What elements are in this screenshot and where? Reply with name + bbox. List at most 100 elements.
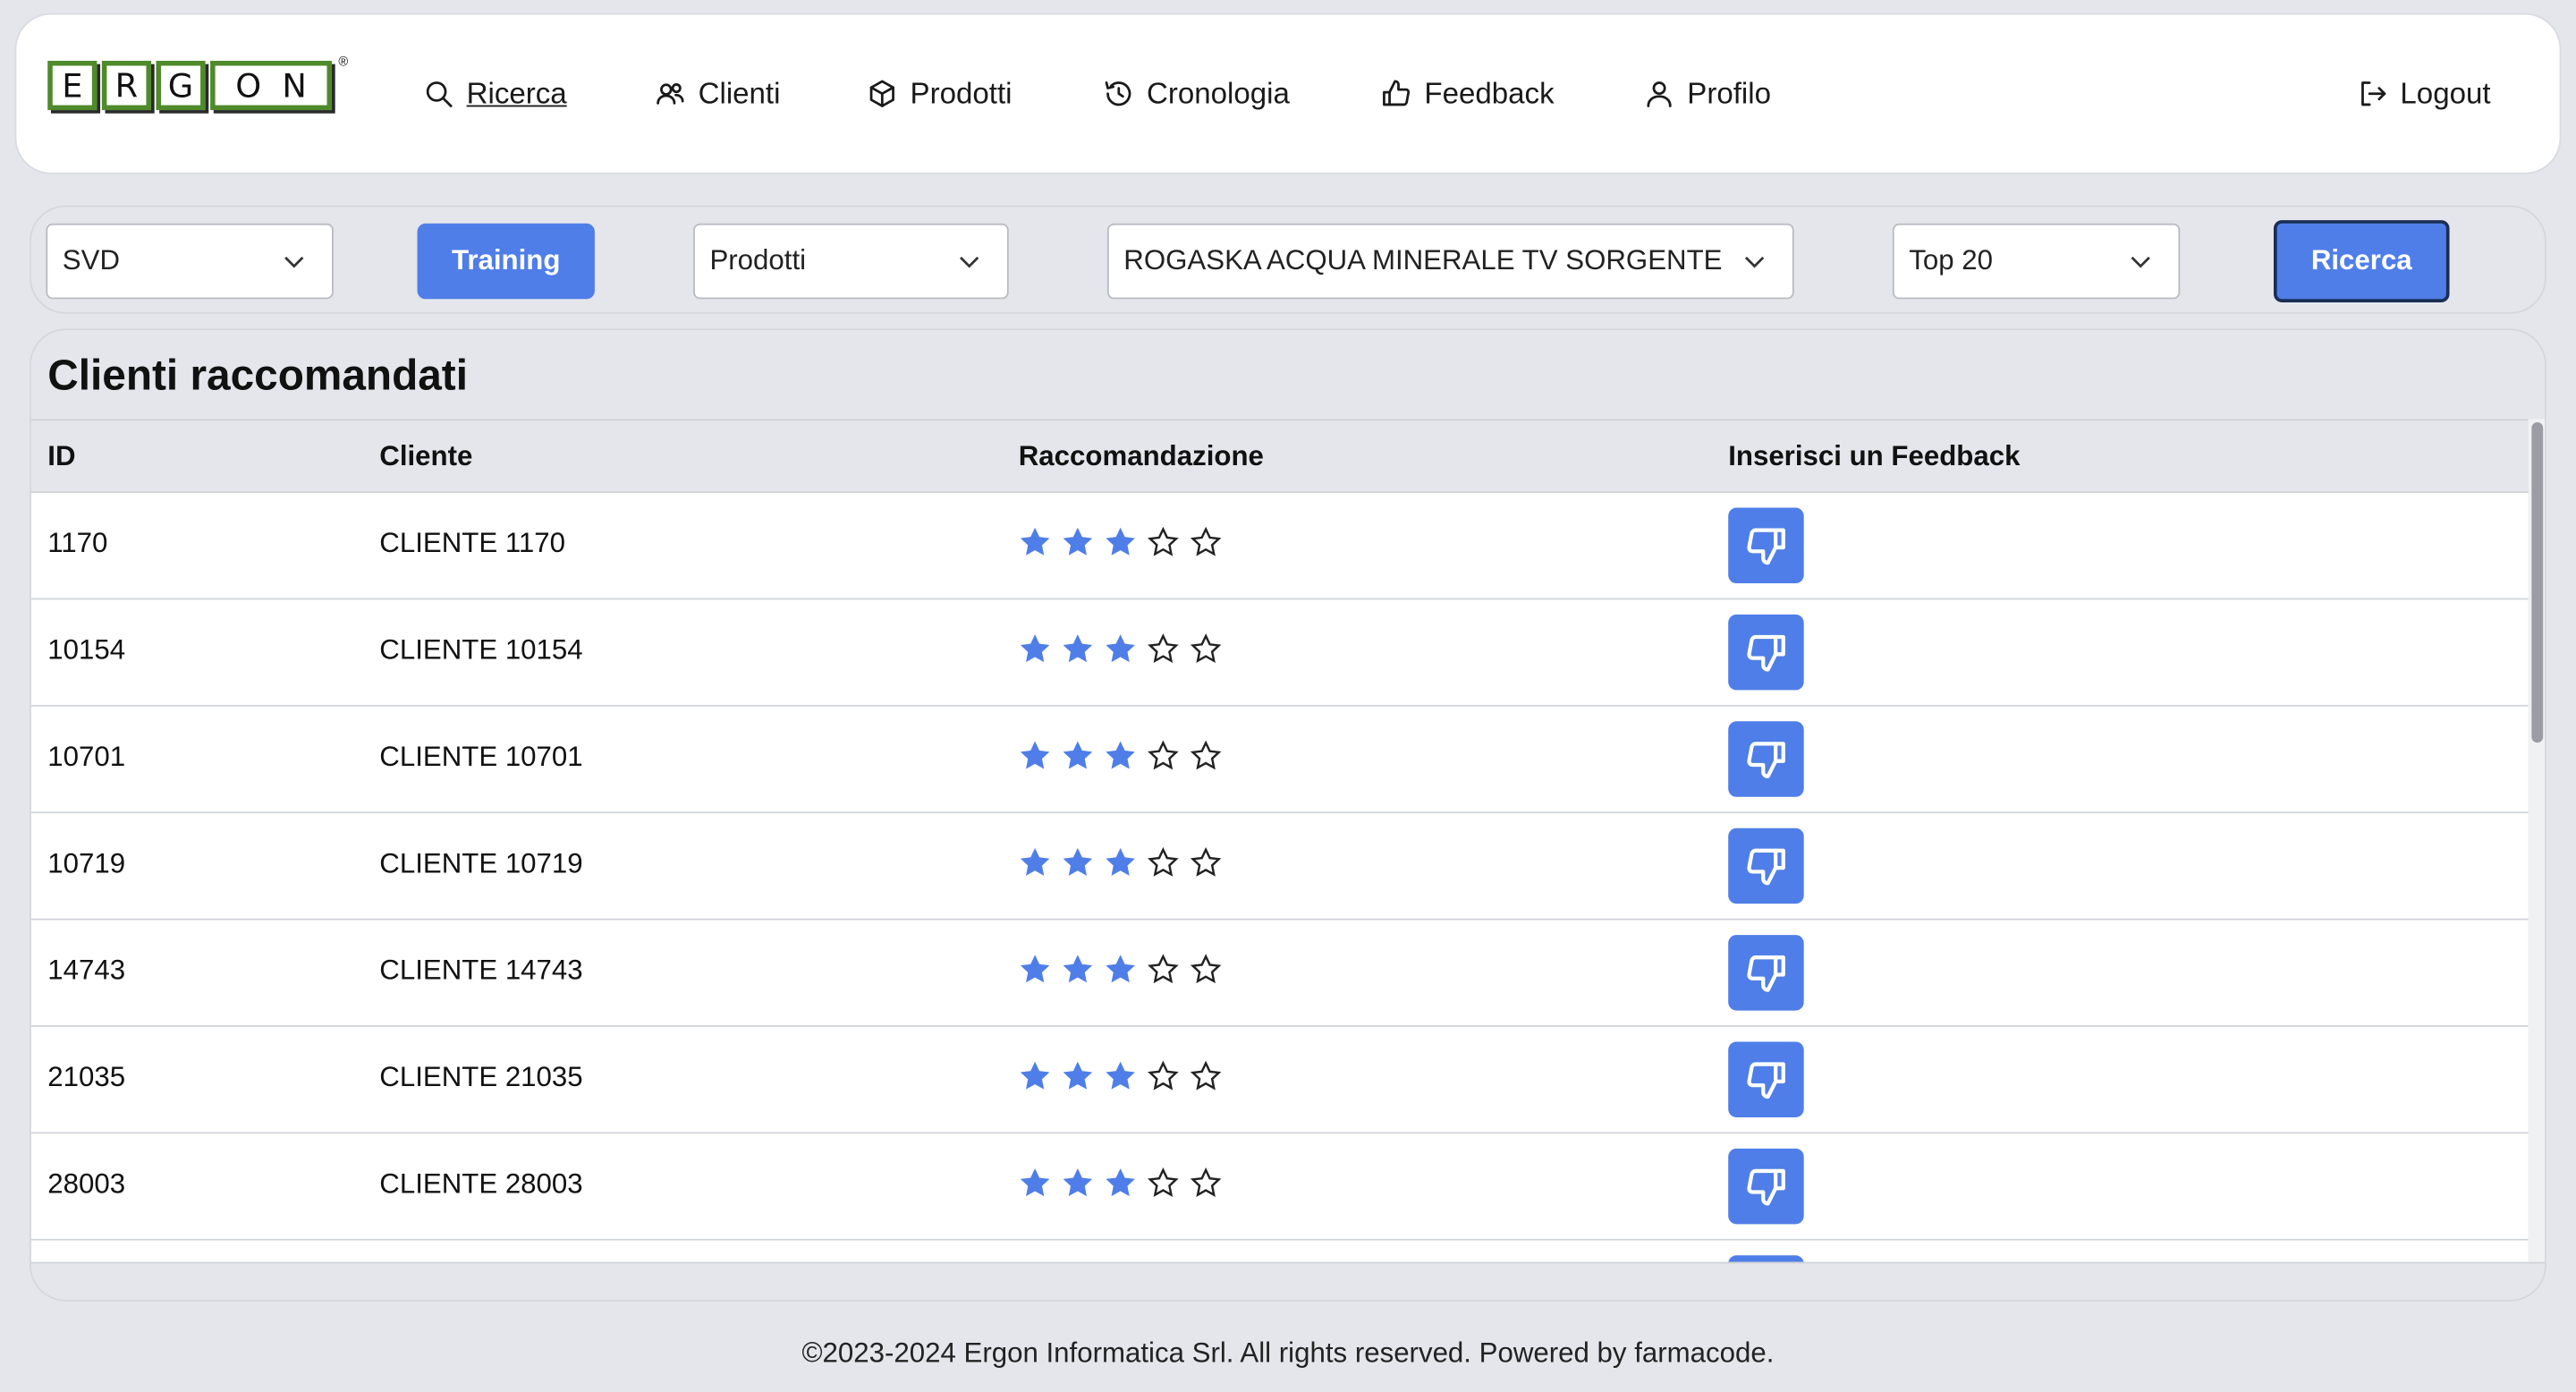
logo-letter-r: R bbox=[101, 60, 151, 111]
nav-clienti[interactable]: Clienti bbox=[654, 74, 780, 114]
filter-bar: SVD Training Prodotti ROGASKA ACQUA MINE… bbox=[30, 205, 2546, 314]
product-value: ROGASKA ACQUA MINERALE TV SORGENTE bbox=[1123, 244, 1723, 276]
star-empty-icon bbox=[1190, 1060, 1222, 1091]
star-empty-icon bbox=[1148, 1167, 1179, 1197]
rating-stars bbox=[1019, 1060, 1233, 1093]
rating-stars bbox=[1019, 526, 1233, 559]
thumbs-down-feedback-button[interactable] bbox=[1728, 1041, 1804, 1117]
star-filled-icon bbox=[1020, 1168, 1050, 1197]
row-cliente: CLIENTE 10154 bbox=[379, 633, 583, 666]
row-cliente: CLIENTE 10701 bbox=[379, 741, 583, 773]
nav-ricerca-label: Ricerca bbox=[466, 76, 567, 110]
header-cliente: Cliente bbox=[379, 440, 473, 472]
star-filled-icon bbox=[1106, 741, 1135, 769]
table-row: 10154 CLIENTE 10154 bbox=[30, 599, 2529, 707]
table-row bbox=[30, 1240, 2529, 1262]
table-row: 10701 CLIENTE 10701 bbox=[30, 706, 2529, 814]
thumbs-down-feedback-button[interactable] bbox=[1728, 1255, 1804, 1262]
thumbs-down-icon bbox=[1747, 1168, 1785, 1206]
nav-cronologia-label: Cronologia bbox=[1147, 76, 1290, 110]
star-filled-icon bbox=[1106, 1061, 1135, 1090]
header-id: ID bbox=[47, 440, 76, 472]
star-empty-icon bbox=[1148, 846, 1179, 877]
star-empty-icon bbox=[1190, 526, 1222, 556]
star-filled-icon bbox=[1063, 527, 1093, 556]
chevron-down-icon bbox=[284, 256, 304, 268]
table-row: 10719 CLIENTE 10719 bbox=[30, 813, 2529, 921]
star-empty-icon bbox=[1190, 954, 1222, 984]
thumbs-down-feedback-button[interactable] bbox=[1728, 507, 1804, 584]
table-row: 21035 CLIENTE 21035 bbox=[30, 1026, 2529, 1134]
logout-button[interactable]: Logout bbox=[2356, 74, 2491, 114]
nav-profilo[interactable]: Profilo bbox=[1643, 74, 1771, 114]
card-bottom-bar bbox=[30, 1261, 2546, 1300]
star-filled-icon bbox=[1020, 527, 1050, 556]
star-filled-icon bbox=[1106, 527, 1135, 556]
thumbs-down-feedback-button[interactable] bbox=[1728, 614, 1804, 691]
header-raccomandazione: Raccomandazione bbox=[1018, 440, 1264, 472]
table-row: 14743 CLIENTE 14743 bbox=[30, 920, 2529, 1027]
row-id: 10719 bbox=[47, 847, 126, 879]
table-scrollbar[interactable] bbox=[2528, 419, 2546, 1262]
thumbs-down-feedback-button[interactable] bbox=[1728, 935, 1804, 1011]
nav-feedback-label: Feedback bbox=[1424, 76, 1555, 110]
row-id: 28003 bbox=[47, 1167, 126, 1200]
star-filled-icon bbox=[1063, 634, 1093, 663]
box-icon bbox=[869, 80, 894, 107]
thumbs-down-feedback-button[interactable] bbox=[1728, 1148, 1804, 1225]
top-select[interactable]: Top 20 bbox=[1892, 223, 2181, 300]
star-empty-icon bbox=[1148, 740, 1179, 770]
logout-label: Logout bbox=[2400, 76, 2491, 110]
nav-profilo-label: Profilo bbox=[1687, 76, 1772, 110]
star-filled-icon bbox=[1063, 955, 1093, 983]
star-filled-icon bbox=[1020, 1061, 1050, 1090]
nav-feedback[interactable]: Feedback bbox=[1380, 74, 1555, 114]
row-cliente: CLIENTE 28003 bbox=[379, 1167, 583, 1200]
logo-letter-g: G bbox=[156, 60, 206, 111]
entity-value: Prodotti bbox=[709, 244, 807, 276]
star-empty-icon bbox=[1190, 740, 1222, 770]
logout-icon bbox=[2361, 81, 2386, 106]
thumbs-down-icon bbox=[1747, 634, 1785, 672]
star-filled-icon bbox=[1020, 955, 1050, 983]
rating-stars bbox=[1019, 740, 1233, 773]
thumbs-down-icon bbox=[1747, 742, 1785, 778]
thumbs-down-icon bbox=[1747, 528, 1785, 565]
algorithm-value: SVD bbox=[62, 244, 121, 276]
search-button[interactable]: Ricerca bbox=[2273, 220, 2450, 302]
nav-ricerca[interactable]: Ricerca bbox=[422, 74, 567, 114]
nav-prodotti[interactable]: Prodotti bbox=[866, 74, 1012, 114]
row-id: 10701 bbox=[47, 741, 126, 773]
ergon-logo[interactable]: E R G O N ® bbox=[47, 55, 348, 123]
chevron-down-icon bbox=[2131, 256, 2150, 268]
thumbs-down-icon bbox=[1747, 955, 1785, 992]
star-filled-icon bbox=[1106, 847, 1135, 876]
star-filled-icon bbox=[1063, 847, 1093, 876]
scrollbar-thumb[interactable] bbox=[2531, 422, 2544, 743]
table-body[interactable]: 1170 CLIENTE 1170 10154 CLIENTE 10154 10701 C… bbox=[30, 493, 2529, 1262]
logo-letters-on: O N bbox=[210, 60, 333, 111]
star-empty-icon bbox=[1148, 633, 1179, 664]
table-header: ID Cliente Raccomandazione Inserisci un … bbox=[30, 419, 2529, 494]
star-empty-icon bbox=[1148, 1060, 1179, 1091]
star-empty-icon bbox=[1148, 954, 1179, 984]
star-filled-icon bbox=[1063, 741, 1093, 769]
star-filled-icon bbox=[1106, 634, 1135, 663]
thumbs-down-feedback-button[interactable] bbox=[1728, 721, 1804, 797]
star-filled-icon bbox=[1063, 1061, 1093, 1090]
star-filled-icon bbox=[1020, 634, 1050, 663]
star-filled-icon bbox=[1020, 847, 1050, 876]
footer-copyright: ©2023-2024 Ergon Informatica Srl. All ri… bbox=[801, 1337, 1775, 1369]
thumbs-down-feedback-button[interactable] bbox=[1728, 828, 1804, 904]
algorithm-select[interactable]: SVD bbox=[46, 223, 334, 300]
training-button[interactable]: Training bbox=[417, 223, 595, 300]
nav-cronologia[interactable]: Cronologia bbox=[1102, 74, 1290, 114]
product-select[interactable]: ROGASKA ACQUA MINERALE TV SORGENTE bbox=[1106, 223, 1794, 300]
thumbs-down-icon bbox=[1747, 1062, 1785, 1099]
star-empty-icon bbox=[1190, 633, 1222, 664]
history-icon bbox=[1105, 81, 1131, 106]
logo-letter-n: N bbox=[282, 65, 307, 106]
entity-select[interactable]: Prodotti bbox=[693, 223, 1009, 300]
row-id: 21035 bbox=[47, 1061, 126, 1093]
row-id: 14743 bbox=[47, 955, 126, 987]
